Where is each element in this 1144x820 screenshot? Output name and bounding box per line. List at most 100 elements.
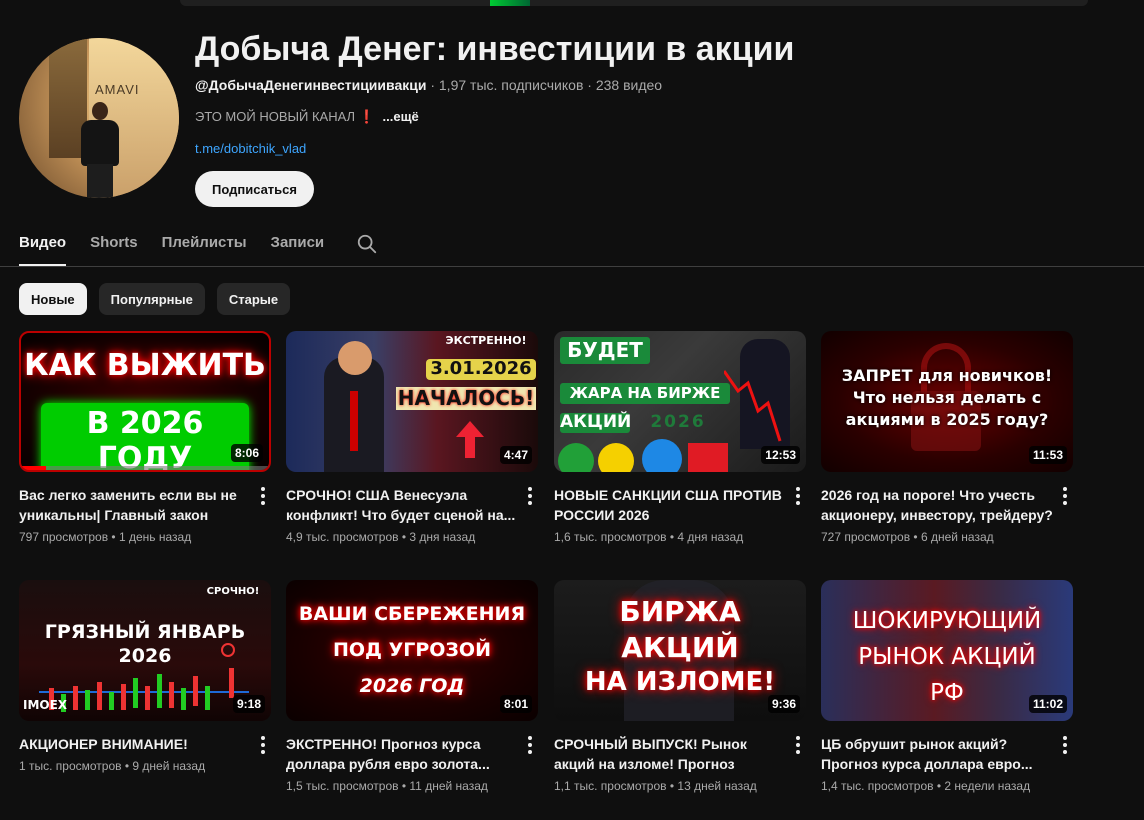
video-duration: 8:06: [230, 444, 263, 462]
masthead-edge: [180, 0, 1088, 6]
video-meta: 797 просмотров • 1 день назад: [19, 530, 192, 544]
video-thumbnail[interactable]: ВАШИ СБЕРЕЖЕНИЯ ПОД УГРОЗОЙ 2026 ГОД 8:0…: [286, 580, 538, 721]
thumbnail-text: БИРЖА: [619, 595, 741, 628]
avatar-person-body: [81, 120, 119, 166]
video-duration: 11:02: [1028, 695, 1067, 713]
description-text: ЭТО МОЙ НОВЫЙ КАНАЛ: [195, 109, 356, 124]
chip-popular[interactable]: Популярные: [98, 283, 205, 315]
thumbnail-text: 2026: [650, 412, 706, 432]
video-meta: 1,1 тыс. просмотров • 13 дней назад: [554, 779, 757, 793]
thumbnail-text: НАЧАЛОСЬ!: [396, 386, 536, 410]
thumbnail-text: Что нельзя делать с: [852, 388, 1042, 407]
video-card[interactable]: СРОЧНО! ГРЯЗНЫЙ ЯНВАРЬ 2026 IMOEX 9:18 А…: [19, 580, 271, 773]
video-title[interactable]: 2026 год на пороге! Что учесть акционеру…: [821, 485, 1053, 525]
avatar-person-head: [92, 102, 108, 120]
video-duration: 11:53: [1028, 446, 1067, 464]
thumbnail-text: РЫНОК АКЦИЙ: [858, 644, 1036, 670]
video-card[interactable]: ЗАПРЕТ для новичков! Что нельзя делать с…: [821, 331, 1073, 544]
video-card[interactable]: БИРЖА АКЦИЙ НА ИЗЛОМЕ! 9:36 СРОЧНЫЙ ВЫПУ…: [554, 580, 806, 793]
more-actions-icon[interactable]: [522, 735, 538, 755]
avatar-person-legs: [87, 164, 113, 198]
video-duration: 9:18: [232, 695, 265, 713]
thumbnail-text: ЖАРА НА БИРЖЕ: [560, 383, 730, 405]
video-title[interactable]: АКЦИОНЕР ВНИМАНИЕ!: [19, 734, 251, 754]
video-title[interactable]: НОВЫЕ САНКЦИИ США ПРОТИВ РОССИИ 2026: [554, 485, 786, 525]
video-duration: 12:53: [761, 446, 800, 464]
video-meta: 1,5 тыс. просмотров • 11 дней назад: [286, 779, 488, 793]
thumbnail-text: ГРЯЗНЫЙ ЯНВАРЬ: [44, 621, 246, 643]
video-title[interactable]: ЦБ обрушит рынок акций? Прогноз курса до…: [821, 734, 1053, 774]
video-meta: 1,6 тыс. просмотров • 4 дня назад: [554, 530, 744, 544]
watch-progress: [21, 466, 269, 470]
video-thumbnail[interactable]: БИРЖА АКЦИЙ НА ИЗЛОМЕ! 9:36: [554, 580, 806, 721]
thumbnail-text: АКЦИЙ: [560, 412, 632, 433]
search-icon[interactable]: [356, 233, 378, 255]
video-card[interactable]: ЭКСТРЕННО! 3.01.2026 НАЧАЛОСЬ! 4:47 СРОЧ…: [286, 331, 538, 544]
video-card[interactable]: ШОКИРУЮЩИЙ РЫНОК АКЦИЙ РФ 11:02 ЦБ обруш…: [821, 580, 1073, 793]
tabs-divider: [0, 266, 1144, 267]
thumbnail-text: 2026 ГОД: [359, 675, 465, 697]
video-title[interactable]: СРОЧНЫЙ ВЫПУСК! Рынок акций на изломе! П…: [554, 734, 786, 774]
video-card[interactable]: БУДЕТ ЖАРА НА БИРЖЕ АКЦИЙ 2026 12:53 НОВ…: [554, 331, 806, 544]
thumbnail-text: ЗАПРЕТ для новичков!: [841, 366, 1053, 385]
thumbnail-text: КАК ВЫЖИТЬ: [24, 348, 266, 383]
tab-videos[interactable]: Видео: [19, 228, 67, 266]
exclamation-icon: ❗: [358, 109, 375, 124]
thumbnail-text: 3.01.2026: [426, 358, 536, 380]
thumbnail-text: ПОД УГРОЗОЙ: [333, 639, 491, 661]
video-thumbnail[interactable]: СРОЧНО! ГРЯЗНЫЙ ЯНВАРЬ 2026 IMOEX 9:18: [19, 580, 271, 721]
channel-handle: @ДобычаДенегинвестициивакци: [195, 77, 427, 93]
thumbnail-text: СРОЧНО!: [206, 586, 260, 597]
video-card[interactable]: ВАШИ СБЕРЕЖЕНИЯ ПОД УГРОЗОЙ 2026 ГОД 8:0…: [286, 580, 538, 793]
thumbnail-text: НА ИЗЛОМЕ!: [584, 667, 776, 697]
tab-playlists[interactable]: Плейлисты: [162, 228, 247, 266]
video-duration: 9:36: [767, 695, 800, 713]
video-thumbnail[interactable]: КАК ВЫЖИТЬ В 2026 ГОДУ 8:06: [19, 331, 271, 472]
channel-link[interactable]: t.me/dobitchik_vlad: [195, 141, 306, 156]
more-actions-icon[interactable]: [255, 735, 271, 755]
video-title[interactable]: СРОЧНО! США Венесуэла конфликт! Что буде…: [286, 485, 518, 525]
subscribe-button[interactable]: Подписаться: [195, 171, 314, 207]
chip-newest[interactable]: Новые: [19, 283, 87, 315]
more-actions-icon[interactable]: [1057, 486, 1073, 506]
thumbnail-text: АКЦИЙ: [621, 631, 739, 664]
video-duration: 8:01: [499, 695, 532, 713]
video-meta: 4,9 тыс. просмотров • 3 дня назад: [286, 530, 476, 544]
more-actions-icon[interactable]: [1057, 735, 1073, 755]
video-thumbnail[interactable]: БУДЕТ ЖАРА НА БИРЖЕ АКЦИЙ 2026 12:53: [554, 331, 806, 472]
thumbnail-text: ВАШИ СБЕРЕЖЕНИЯ: [298, 603, 526, 625]
video-meta: 727 просмотров • 6 дней назад: [821, 530, 994, 544]
thumbnail-text: БУДЕТ: [560, 337, 650, 364]
video-thumbnail[interactable]: ЭКСТРЕННО! 3.01.2026 НАЧАЛОСЬ! 4:47: [286, 331, 538, 472]
video-title[interactable]: Вас легко заменить если вы не уникальны|…: [19, 485, 251, 525]
thumbnail-text: ЭКСТРЕННО!: [445, 334, 527, 347]
channel-meta: @ДобычаДенегинвестициивакци · 1,97 тыс. …: [195, 77, 662, 93]
more-actions-icon[interactable]: [790, 486, 806, 506]
avatar-sign: AMAVI: [95, 82, 140, 97]
video-meta: 1,4 тыс. просмотров • 2 недели назад: [821, 779, 1031, 793]
video-thumbnail[interactable]: ШОКИРУЮЩИЙ РЫНОК АКЦИЙ РФ 11:02: [821, 580, 1073, 721]
channel-stats: · 1,97 тыс. подписчиков · 238 видео: [426, 77, 663, 93]
sort-chips: Новые Популярные Старые: [19, 283, 291, 315]
channel-description[interactable]: ЭТО МОЙ НОВЫЙ КАНАЛ ❗ ...ещё: [195, 109, 419, 125]
video-thumbnail[interactable]: ЗАПРЕТ для новичков! Что нельзя делать с…: [821, 331, 1073, 472]
channel-title: Добыча Денег: инвестиции в акции: [195, 30, 795, 68]
tab-posts[interactable]: Записи: [271, 228, 325, 266]
thumbnail-text: IMOEX: [23, 698, 68, 713]
thumbnail-text: В 2026 ГОДУ: [41, 403, 249, 470]
thumbnail-text: ШОКИРУЮЩИЙ: [852, 608, 1042, 634]
video-duration: 4:47: [499, 446, 532, 464]
video-title[interactable]: ЭКСТРЕННО! Прогноз курса доллара рубля е…: [286, 734, 518, 774]
video-meta: 1 тыс. просмотров • 9 дней назад: [19, 759, 206, 773]
more-actions-icon[interactable]: [790, 735, 806, 755]
more-link[interactable]: ...ещё: [383, 109, 419, 124]
channel-header: AMAVI Добыча Денег: инвестиции в акции @…: [19, 30, 1119, 208]
channel-tabs: Видео Shorts Плейлисты Записи: [19, 228, 378, 266]
thumbnail-text: акциями в 2025 году?: [845, 410, 1049, 429]
channel-avatar[interactable]: AMAVI: [19, 38, 179, 198]
more-actions-icon[interactable]: [522, 486, 538, 506]
tab-shorts[interactable]: Shorts: [90, 228, 138, 266]
more-actions-icon[interactable]: [255, 486, 271, 506]
chip-oldest[interactable]: Старые: [216, 283, 291, 315]
video-card[interactable]: КАК ВЫЖИТЬ В 2026 ГОДУ 8:06 Вас легко за…: [19, 331, 271, 544]
